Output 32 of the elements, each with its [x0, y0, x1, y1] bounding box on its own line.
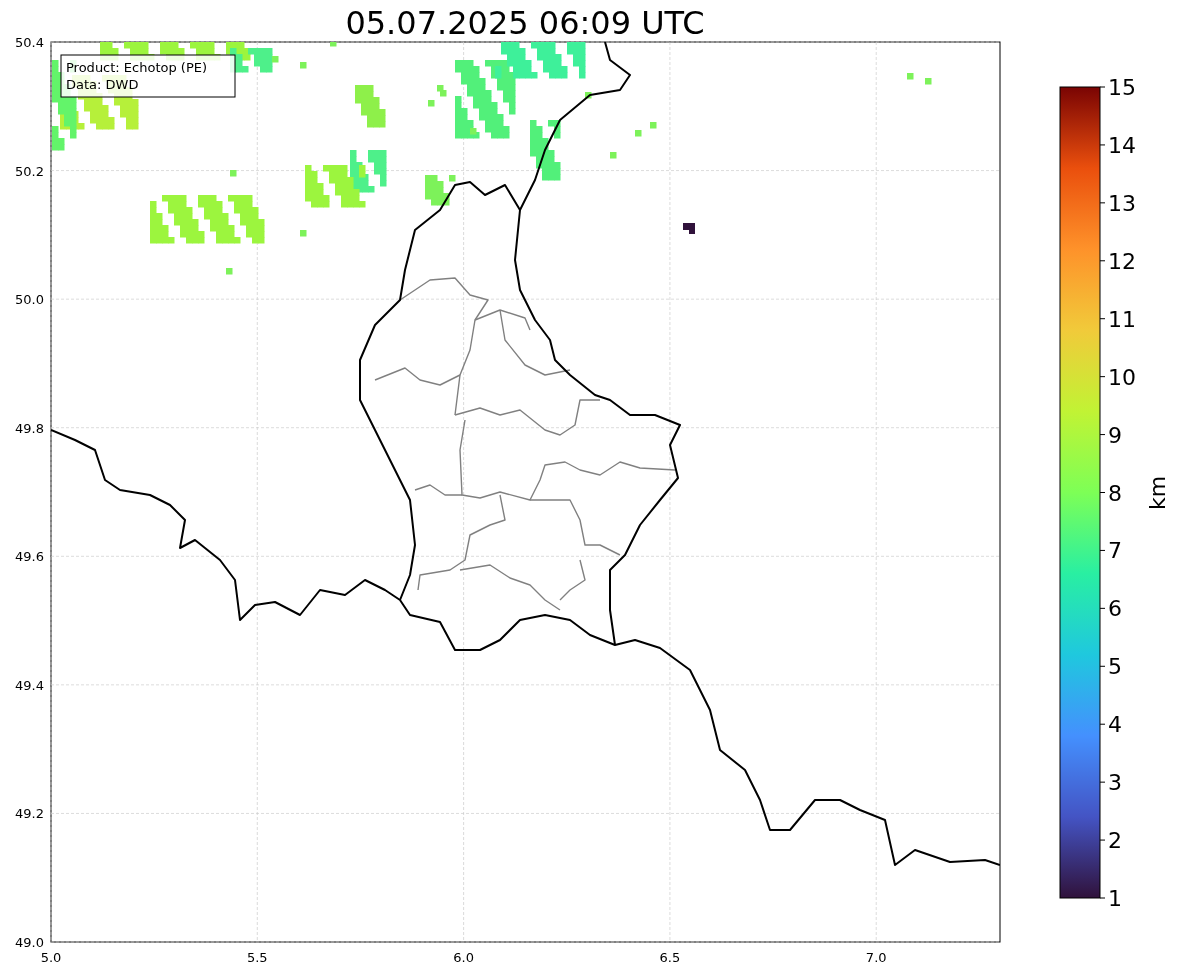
annotation-text: Data: DWD: [66, 77, 139, 92]
colorbar-tick-label: 12: [1108, 248, 1136, 274]
y-tick-label: 49.4: [15, 677, 44, 693]
colorbar-tick-label: 15: [1108, 75, 1136, 100]
colorbar-tick-label: 6: [1108, 596, 1122, 622]
x-tick-label: 7.0: [865, 950, 887, 965]
annotation-text: Product: Echotop (PE): [66, 60, 208, 75]
colorbar-tick-label: 2: [1108, 828, 1122, 854]
y-tick-label: 50.0: [15, 292, 44, 308]
y-tick-label: 49.6: [15, 549, 44, 565]
x-tick-label: 6.5: [659, 950, 681, 965]
x-tick-label: 5.5: [246, 950, 268, 965]
x-tick-label: 5.0: [40, 950, 62, 965]
y-tick-label: 49.2: [15, 806, 44, 822]
colorbar-tick-label: 14: [1108, 132, 1136, 158]
x-tick-label: 6.0: [453, 950, 474, 965]
y-tick-label: 50.4: [15, 35, 44, 50]
colorbar-tick-label: 1: [1108, 886, 1122, 911]
y-tick-label: 49.0: [15, 935, 44, 950]
colorbar-tick-label: 10: [1108, 364, 1136, 390]
colorbar-tick-label: 9: [1108, 422, 1122, 448]
colorbar-label: km: [1145, 475, 1170, 511]
colorbar-tick-label: 7: [1108, 538, 1122, 564]
colorbar-tick-label: 8: [1108, 480, 1122, 506]
colorbar-tick-label: 3: [1108, 770, 1122, 796]
chart-title: 05.07.2025 06:09 UTC: [345, 4, 705, 42]
colorbar-tick-label: 5: [1108, 654, 1122, 680]
colorbar-tick-label: 11: [1108, 306, 1136, 332]
colorbar-tick-label: 13: [1108, 190, 1136, 216]
y-tick-label: 49.8: [15, 420, 44, 436]
y-tick-label: 50.2: [15, 163, 44, 179]
colorbar-tick-label: 4: [1108, 712, 1122, 738]
